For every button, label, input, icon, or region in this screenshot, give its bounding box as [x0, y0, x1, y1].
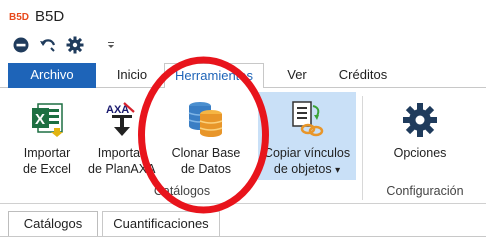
settings-button[interactable] — [64, 35, 86, 55]
copy-links-icon — [292, 101, 324, 137]
import-planaxa-label: Importar de PlanAXA — [88, 146, 156, 176]
group-label-catalogos: Catálogos — [153, 184, 211, 198]
gear-icon — [403, 103, 437, 137]
app-logo-icon: B5D — [9, 9, 31, 23]
tab-inicio[interactable]: Inicio — [104, 63, 160, 88]
svg-text:X: X — [35, 111, 45, 128]
ribbon-tab-bar: Archivo Inicio Herramientas Ver Créditos — [0, 63, 486, 89]
tab-ver[interactable]: Ver — [274, 63, 320, 88]
clone-database-button[interactable]: Clonar Base de Datos — [162, 92, 250, 180]
gear-icon — [66, 36, 84, 54]
tab-cuantificaciones[interactable]: Cuantificaciones — [102, 211, 220, 237]
copy-object-links-label: Copiar vínculos de objetos ▾ — [263, 146, 351, 176]
title-bar: B5D B5D — [0, 0, 486, 32]
remove-circle-icon — [13, 37, 29, 53]
quick-access-toolbar — [0, 33, 486, 57]
chevron-down-icon — [108, 42, 114, 48]
undo-icon — [40, 39, 56, 52]
tab-creditos[interactable]: Créditos — [328, 63, 398, 88]
import-planaxa-button[interactable]: AXA Importar de PlanAXA — [88, 92, 156, 180]
group-label-configuracion: Configuración — [386, 184, 464, 198]
document-tab-bar: Catálogos Cuantificaciones — [0, 204, 486, 241]
options-button[interactable]: Opciones — [376, 92, 464, 180]
undo-button[interactable] — [37, 35, 59, 55]
tab-catalogos[interactable]: Catálogos — [8, 211, 98, 237]
ribbon-panel: X Importar de Excel AXA Importar de Plan… — [0, 88, 486, 204]
app-logo-text: B5D — [9, 12, 29, 23]
customize-toolbar-dropdown[interactable] — [104, 35, 118, 55]
tab-baseline — [0, 236, 486, 237]
options-label: Opciones — [393, 146, 447, 160]
import-excel-label: Importar de Excel — [23, 146, 71, 176]
window-title: B5D — [35, 8, 65, 25]
remove-circle-button[interactable] — [10, 35, 32, 55]
copy-object-links-button[interactable]: Copiar vínculos de objetos ▾ — [258, 92, 356, 180]
database-clone-icon — [188, 102, 223, 137]
axa-import-icon: AXA — [106, 102, 135, 136]
tab-archivo[interactable]: Archivo — [8, 63, 96, 88]
clone-database-label: Clonar Base de Datos — [171, 146, 241, 176]
excel-import-icon: X — [32, 103, 63, 137]
tab-herramientas[interactable]: Herramientas — [164, 63, 264, 89]
group-separator — [362, 96, 363, 200]
dropdown-arrow-icon: ▾ — [335, 165, 341, 176]
import-excel-button[interactable]: X Importar de Excel — [8, 92, 86, 180]
